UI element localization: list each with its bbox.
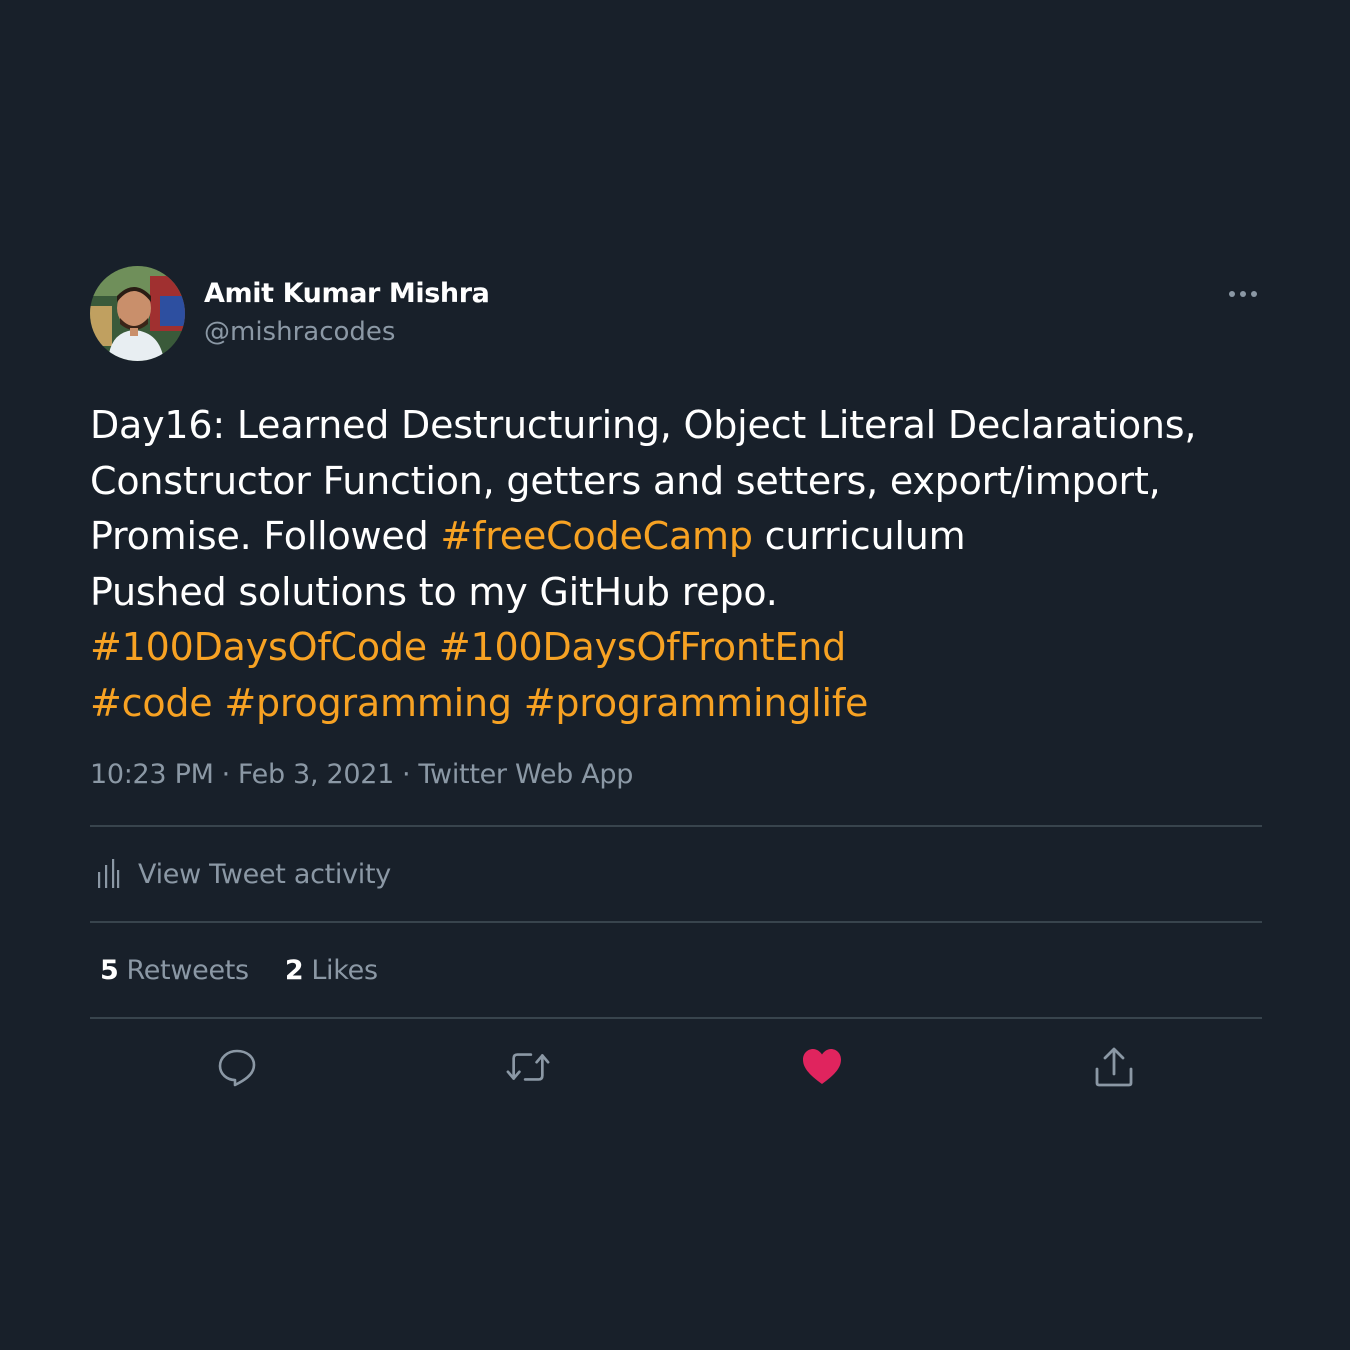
tweet-text-segment: Promise. Followed bbox=[90, 514, 441, 558]
like-button[interactable] bbox=[800, 1045, 844, 1089]
hashtag-link[interactable]: #code bbox=[90, 681, 213, 725]
hashtag-link[interactable]: #programminglife bbox=[524, 681, 869, 725]
tweet-text-segment bbox=[512, 681, 524, 725]
author-handle[interactable]: @mishracodes bbox=[204, 314, 489, 350]
view-tweet-activity-label: View Tweet activity bbox=[138, 858, 391, 890]
bar-chart-icon bbox=[96, 857, 122, 891]
hashtag-link[interactable]: #programming bbox=[224, 681, 512, 725]
tweet-stats: 5 Retweets 2 Likes bbox=[90, 923, 1262, 1017]
retweet-icon bbox=[506, 1053, 550, 1081]
tweet-meta: 10:23 PM · Feb 3, 2021 · Twitter Web App bbox=[90, 755, 1262, 795]
tweet-card: Amit Kumar Mishra @mishracodes Day16: Le… bbox=[90, 266, 1262, 1115]
tweet-header: Amit Kumar Mishra @mishracodes bbox=[90, 266, 1262, 362]
tweet-time[interactable]: 10:23 PM bbox=[90, 759, 214, 790]
more-icon bbox=[1229, 291, 1257, 297]
reply-icon bbox=[218, 1049, 256, 1087]
retweets-count: 5 bbox=[100, 954, 119, 986]
tweet-text-segment: curriculum bbox=[752, 514, 966, 558]
meta-separator: · bbox=[402, 759, 411, 790]
tweet-text-line: Constructor Function, getters and setter… bbox=[90, 454, 1262, 510]
tweet-text-line: Pushed solutions to my GitHub repo. bbox=[90, 565, 1262, 621]
retweets-label: Retweets bbox=[126, 954, 250, 986]
avatar-photo bbox=[90, 266, 185, 361]
share-button[interactable] bbox=[1092, 1045, 1136, 1089]
hashtag-link[interactable]: #100DaysOfCode bbox=[90, 625, 427, 669]
avatar[interactable] bbox=[90, 266, 185, 361]
tweet-text-line: Day16: Learned Destructuring, Object Lit… bbox=[90, 398, 1262, 454]
tweet-text-line: #100DaysOfCode #100DaysOfFrontEnd bbox=[90, 620, 1262, 676]
more-options-button[interactable] bbox=[1224, 280, 1262, 308]
author-info[interactable]: Amit Kumar Mishra @mishracodes bbox=[204, 276, 490, 350]
tweet-text-line: Promise. Followed #freeCodeCamp curricul… bbox=[90, 509, 1262, 565]
view-tweet-activity-link[interactable]: View Tweet activity bbox=[90, 827, 1262, 921]
retweet-button[interactable] bbox=[506, 1045, 550, 1089]
share-icon bbox=[1095, 1047, 1133, 1087]
retweets-stat[interactable]: 5 Retweets bbox=[100, 955, 249, 986]
hashtag-link[interactable]: #100DaysOfFrontEnd bbox=[439, 625, 846, 669]
tweet-text-line: #code #programming #programminglife bbox=[90, 676, 1262, 732]
author-name[interactable]: Amit Kumar Mishra bbox=[204, 276, 490, 312]
likes-stat[interactable]: 2 Likes bbox=[285, 955, 378, 986]
hashtag-link[interactable]: #freeCodeCamp bbox=[440, 514, 753, 558]
tweet-text-segment bbox=[212, 681, 224, 725]
likes-label: Likes bbox=[311, 954, 378, 986]
tweet-text-segment: Constructor Function, getters and setter… bbox=[90, 458, 1161, 503]
reply-button[interactable] bbox=[215, 1045, 259, 1089]
tweet-text-segment: Day16: Learned Destructuring, Object Lit… bbox=[90, 403, 1197, 447]
likes-count: 2 bbox=[284, 954, 304, 986]
tweet-text-segment: Pushed solutions to my GitHub repo. bbox=[90, 569, 778, 614]
tweet-actions bbox=[90, 1019, 1262, 1115]
tweet-text-segment bbox=[427, 625, 439, 669]
meta-separator: · bbox=[221, 759, 231, 790]
heart-icon bbox=[803, 1049, 841, 1084]
tweet-date[interactable]: Feb 3, 2021 bbox=[238, 759, 394, 790]
tweet-text: Day16: Learned Destructuring, Object Lit… bbox=[90, 398, 1262, 731]
tweet-source[interactable]: Twitter Web App bbox=[418, 759, 633, 790]
